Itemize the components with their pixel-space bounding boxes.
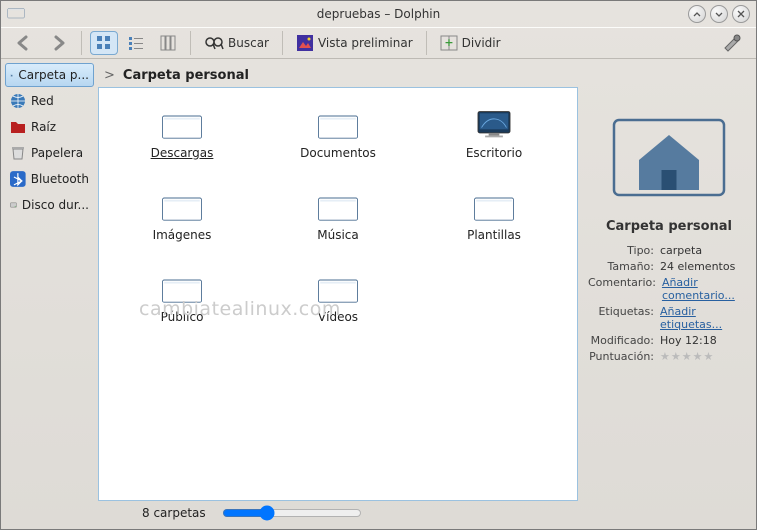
file-item[interactable]: Música <box>265 190 411 242</box>
configure-button[interactable] <box>716 31 748 55</box>
file-item[interactable]: Descargas <box>109 108 255 160</box>
split-button[interactable]: + Dividir <box>435 31 506 55</box>
home-folder-icon <box>10 67 13 83</box>
toolbar: Buscar Vista preliminar + Dividir <box>1 27 756 59</box>
close-button[interactable] <box>732 5 750 23</box>
folder-icon <box>472 190 516 222</box>
file-view[interactable]: Descargas Documentos Escritorio Imágenes Mús… <box>98 87 578 501</box>
folder-icon <box>316 190 360 222</box>
separator <box>81 31 82 55</box>
info-key: Tipo: <box>588 244 654 257</box>
info-folder-icon <box>599 85 739 205</box>
search-label: Buscar <box>228 36 269 50</box>
sidebar-item-4[interactable]: Bluetooth <box>5 167 94 191</box>
info-value: Hoy 12:18 <box>660 334 750 347</box>
forward-button[interactable] <box>43 31 73 55</box>
window-title: depruebas – Dolphin <box>317 7 440 21</box>
icons-view-button[interactable] <box>90 31 118 55</box>
info-key: Modificado: <box>588 334 654 347</box>
info-title: Carpeta personal <box>606 219 732 234</box>
trash-icon <box>10 145 26 161</box>
sidebar-item-label: Red <box>31 94 54 108</box>
sidebar-item-0[interactable]: Carpeta p... <box>5 63 94 87</box>
file-label: Música <box>317 228 359 242</box>
info-key: Comentario: <box>588 276 656 302</box>
disk-icon <box>10 197 17 213</box>
file-label: Documentos <box>300 146 376 160</box>
file-item[interactable]: Imágenes <box>109 190 255 242</box>
svg-text:+: + <box>444 36 453 49</box>
file-label: Imágenes <box>153 228 212 242</box>
minimize-button[interactable] <box>688 5 706 23</box>
sidebar-item-label: Carpeta p... <box>18 68 89 82</box>
breadcrumb-arrow: > <box>104 68 115 83</box>
desktop-icon <box>472 108 516 140</box>
sidebar-item-5[interactable]: Disco dur... <box>5 193 94 217</box>
bluetooth-icon <box>10 171 26 187</box>
separator <box>426 31 427 55</box>
search-button[interactable]: Buscar <box>199 31 274 55</box>
preview-label: Vista preliminar <box>318 36 413 50</box>
details-view-button[interactable] <box>122 31 150 55</box>
info-row: Tipo: carpeta <box>588 244 750 257</box>
info-value: ★★★★★ <box>660 350 750 363</box>
file-label: Escritorio <box>466 146 522 160</box>
file-label: Plantillas <box>467 228 521 242</box>
app-icon <box>7 5 25 23</box>
titlebar: depruebas – Dolphin <box>1 1 756 27</box>
sidebar-item-label: Papelera <box>31 146 83 160</box>
info-row: Tamaño: 24 elementos <box>588 260 750 273</box>
window: depruebas – Dolphin Buscar Vista prelimi… <box>0 0 757 530</box>
info-key: Puntuación: <box>588 350 654 363</box>
file-item[interactable]: Escritorio <box>421 108 567 160</box>
columns-view-button[interactable] <box>154 31 182 55</box>
sidebar-item-label: Raíz <box>31 120 56 134</box>
split-label: Dividir <box>462 36 501 50</box>
sidebar-item-label: Bluetooth <box>31 172 89 186</box>
info-value[interactable]: Añadir comentario... <box>662 276 750 302</box>
globe-icon <box>10 93 26 109</box>
back-button[interactable] <box>9 31 39 55</box>
separator <box>282 31 283 55</box>
preview-button[interactable]: Vista preliminar <box>291 31 418 55</box>
info-value[interactable]: Añadir etiquetas... <box>660 305 750 331</box>
folder-icon <box>160 108 204 140</box>
sidebar-item-label: Disco dur... <box>22 198 89 212</box>
file-item[interactable]: Plantillas <box>421 190 567 242</box>
folder-icon <box>160 190 204 222</box>
info-key: Etiquetas: <box>588 305 654 331</box>
file-label: Descargas <box>151 146 214 160</box>
folder-icon <box>316 108 360 140</box>
status-count: 8 carpetas <box>142 506 206 520</box>
sidebar-item-1[interactable]: Red <box>5 89 94 113</box>
red-folder-icon <box>10 119 26 135</box>
info-row: Modificado: Hoy 12:18 <box>588 334 750 347</box>
information-panel: Carpeta personal Tipo: carpeta Tamaño: 24 e… <box>582 59 756 529</box>
info-value: 24 elementos <box>660 260 750 273</box>
info-value: carpeta <box>660 244 750 257</box>
file-item[interactable]: Documentos <box>265 108 411 160</box>
sidebar-item-3[interactable]: Papelera <box>5 141 94 165</box>
statusbar: 8 carpetas <box>98 501 578 525</box>
watermark: cambiatealinux.com <box>139 298 341 320</box>
zoom-slider[interactable] <box>222 505 362 521</box>
info-key: Tamaño: <box>588 260 654 273</box>
info-row: Comentario:Añadir comentario... <box>588 276 750 302</box>
info-row: Etiquetas:Añadir etiquetas... <box>588 305 750 331</box>
breadcrumb-current: Carpeta personal <box>123 68 249 83</box>
separator <box>190 31 191 55</box>
places-sidebar: Carpeta p... Red Raíz Papelera Bluetooth Disc… <box>1 59 98 529</box>
breadcrumb[interactable]: > Carpeta personal <box>98 63 578 87</box>
maximize-button[interactable] <box>710 5 728 23</box>
sidebar-item-2[interactable]: Raíz <box>5 115 94 139</box>
info-row: Puntuación: ★★★★★ <box>588 350 750 363</box>
